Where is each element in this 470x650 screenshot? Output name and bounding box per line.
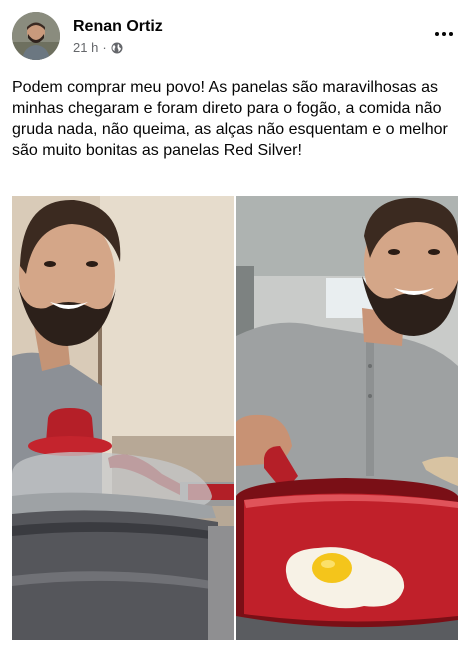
author-name[interactable]: Renan Ortiz [73, 18, 163, 36]
facebook-post: Renan Ortiz 21 h · Podem comprar meu pov… [0, 0, 470, 650]
photo-left[interactable] [12, 196, 234, 640]
globe-icon[interactable] [111, 42, 123, 54]
post-time[interactable]: 21 h [73, 40, 98, 55]
post-text: Podem comprar meu povo! As panelas são m… [12, 79, 448, 159]
post-meta: 21 h · [73, 40, 123, 55]
meta-separator: · [102, 40, 107, 55]
photo-grid [12, 196, 458, 640]
avatar-image [12, 12, 60, 60]
post-header: Renan Ortiz 21 h · [12, 12, 458, 60]
photo-right[interactable] [236, 196, 458, 640]
avatar[interactable] [12, 12, 60, 60]
more-options-icon[interactable] [430, 20, 458, 48]
